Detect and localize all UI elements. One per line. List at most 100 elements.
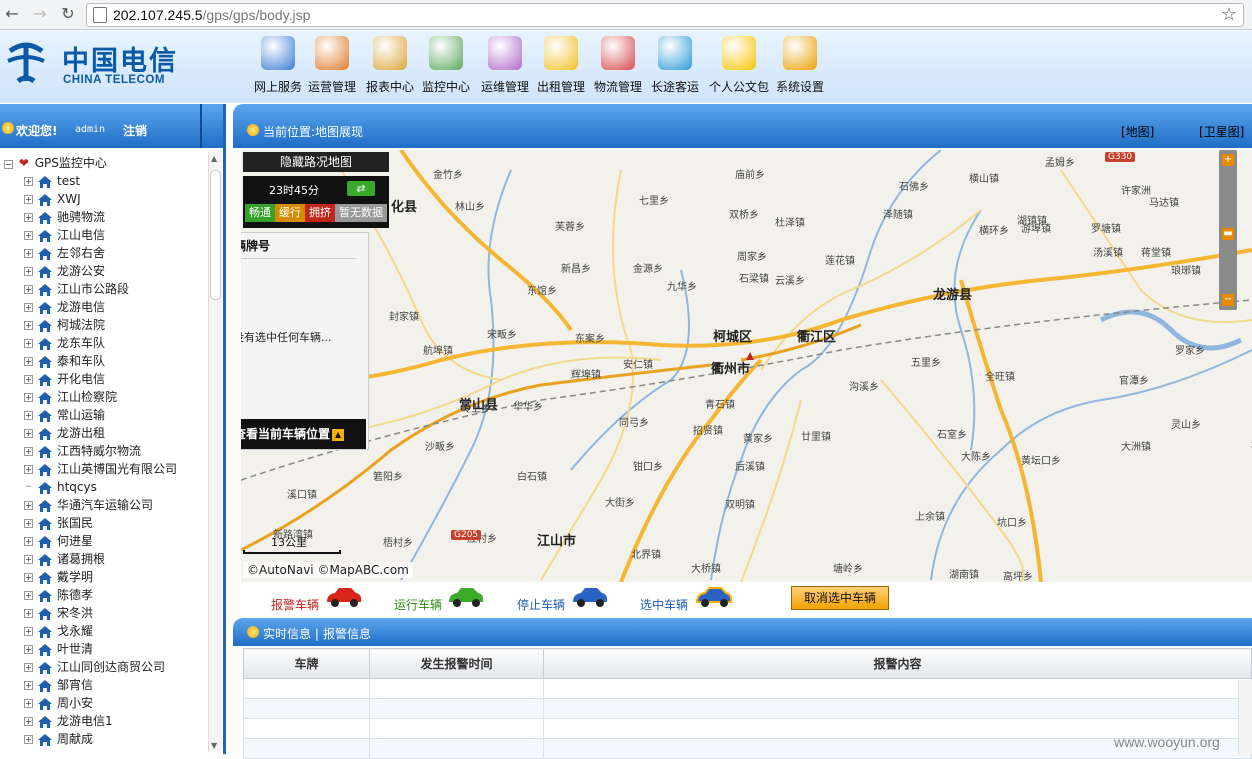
tree-item[interactable]: + 龙东车队 xyxy=(24,334,208,352)
expand-icon[interactable]: + xyxy=(24,555,33,564)
cancel-selection-button[interactable]: 取消选中车辆 xyxy=(791,586,889,610)
expand-icon[interactable]: + xyxy=(24,645,33,654)
tree-item[interactable]: + 开化电信 xyxy=(24,370,208,388)
expand-icon[interactable]: + xyxy=(24,177,33,186)
tree-item[interactable]: + 诸葛拥根 xyxy=(24,550,208,568)
zoom-slider-icon[interactable]: ▬ xyxy=(1222,228,1234,240)
tree-item[interactable]: + 龙游出租 xyxy=(24,424,208,442)
zoom-out-icon[interactable]: − xyxy=(1222,294,1234,306)
menu-item-3[interactable]: 监控中心 xyxy=(422,36,470,98)
view-vehicle-position-button[interactable]: 查看当前车辆位置 ▲ xyxy=(241,419,366,449)
menu-item-9[interactable]: 系统设置 xyxy=(776,36,824,98)
tab-realtime-info[interactable]: 实时信息 | xyxy=(263,625,319,642)
expand-icon[interactable]: + xyxy=(24,249,33,258)
tree-item[interactable]: + 戈永耀 xyxy=(24,622,208,640)
tree-item[interactable]: + 何进星 xyxy=(24,532,208,550)
menu-item-2[interactable]: 报表中心 xyxy=(366,36,414,98)
hide-traffic-button[interactable]: 隐藏路况地图 xyxy=(243,152,389,172)
expand-icon[interactable]: + xyxy=(24,735,33,744)
tree-item[interactable]: + 驰骋物流 xyxy=(24,208,208,226)
tree-item[interactable]: + 张国民 xyxy=(24,514,208,532)
logout-link[interactable]: 注销 xyxy=(123,122,147,139)
tree-item[interactable]: + 泰和车队 xyxy=(24,352,208,370)
satellite-view-link[interactable]: [卫星图] xyxy=(1199,123,1244,140)
col-alarm-time[interactable]: 发生报警时间 xyxy=(369,648,544,679)
tab-alarm-info[interactable]: 报警信息 xyxy=(323,625,371,642)
forward-icon[interactable]: → xyxy=(30,4,50,24)
back-icon[interactable]: ← xyxy=(2,4,22,24)
expand-icon[interactable]: + xyxy=(24,429,33,438)
tree-item[interactable]: + 江山英博国光有限公司 xyxy=(24,460,208,478)
expand-icon[interactable]: + xyxy=(24,375,33,384)
expand-icon[interactable]: + xyxy=(24,231,33,240)
expand-icon[interactable]: + xyxy=(24,609,33,618)
address-bar[interactable]: 202.107.245.5/gps/gps/body.jsp ☆ xyxy=(86,3,1244,27)
expand-icon[interactable]: + xyxy=(24,699,33,708)
tree-item[interactable]: + 常山运输 xyxy=(24,406,208,424)
expand-icon[interactable]: + xyxy=(24,537,33,546)
menu-item-6[interactable]: 物流管理 xyxy=(594,36,642,98)
expand-icon[interactable]: + xyxy=(24,411,33,420)
expand-icon[interactable]: + xyxy=(24,591,33,600)
tree-item[interactable]: + 龙游公安 xyxy=(24,262,208,280)
tree-item[interactable]: ┈ htqcys xyxy=(24,478,208,496)
tree-item[interactable]: + 华通汽车运输公司 xyxy=(24,496,208,514)
expand-icon[interactable]: + xyxy=(24,195,33,204)
tree-item[interactable]: + 左邻右舍 xyxy=(24,244,208,262)
expand-icon[interactable]: + xyxy=(24,393,33,402)
expand-icon[interactable]: + xyxy=(24,447,33,456)
col-plate[interactable]: 车牌 xyxy=(243,648,370,679)
table-row[interactable] xyxy=(243,738,1252,759)
expand-icon[interactable]: + xyxy=(24,717,33,726)
tree-item[interactable]: + 江山电信 xyxy=(24,226,208,244)
expand-icon[interactable]: + xyxy=(24,357,33,366)
tree-scrollbar[interactable]: ▲ ▼ xyxy=(208,152,222,752)
col-alarm-content[interactable]: 报警内容 xyxy=(543,648,1252,679)
scroll-down-icon[interactable]: ▼ xyxy=(211,741,217,750)
menu-item-8[interactable]: 个人公文包 xyxy=(709,36,769,98)
expand-icon[interactable]: + xyxy=(24,285,33,294)
expand-icon[interactable]: + xyxy=(24,573,33,582)
tree-item[interactable]: + 江西特威尔物流 xyxy=(24,442,208,460)
table-scrollbar[interactable] xyxy=(1238,680,1252,754)
menu-item-4[interactable]: 运维管理 xyxy=(481,36,529,98)
tree-item[interactable]: + XWJ xyxy=(24,190,208,208)
tree-item[interactable]: + test xyxy=(24,172,208,190)
menu-item-7[interactable]: 长途客运 xyxy=(651,36,699,98)
tree-item[interactable]: + 叶世清 xyxy=(24,640,208,658)
tree-item[interactable]: + 江山检察院 xyxy=(24,388,208,406)
menu-item-1[interactable]: 运营管理 xyxy=(308,36,356,98)
refresh-icon[interactable]: ⇄ xyxy=(347,181,375,196)
scroll-thumb[interactable] xyxy=(210,170,221,300)
expand-icon[interactable]: + xyxy=(24,627,33,636)
expand-icon[interactable]: + xyxy=(24,501,33,510)
scroll-up-icon[interactable]: ▲ xyxy=(211,154,217,163)
menu-item-0[interactable]: 网上服务 xyxy=(254,36,302,98)
reload-icon[interactable]: ↻ xyxy=(58,4,78,24)
map-view-link[interactable]: [地图] xyxy=(1121,123,1154,140)
expand-icon[interactable]: + xyxy=(24,663,33,672)
tree-item[interactable]: + 周小安 xyxy=(24,694,208,712)
tree-item[interactable]: + 宋冬洪 xyxy=(24,604,208,622)
expand-icon[interactable]: + xyxy=(24,465,33,474)
expand-icon[interactable]: + xyxy=(24,213,33,222)
tree-item[interactable]: + 邹宵信 xyxy=(24,676,208,694)
bookmark-star-icon[interactable]: ☆ xyxy=(1221,4,1237,25)
expand-icon[interactable]: + xyxy=(24,681,33,690)
expand-icon[interactable]: + xyxy=(24,339,33,348)
tree-root[interactable]: − ❤ GPS监控中心 xyxy=(4,154,107,172)
tree-item[interactable]: + 柯城法院 xyxy=(24,316,208,334)
tree-item[interactable]: + 陈德孝 xyxy=(24,586,208,604)
table-row[interactable] xyxy=(243,698,1252,719)
tree-item[interactable]: + 周献成 xyxy=(24,730,208,748)
tree-item[interactable]: + 江山同创达商贸公司 xyxy=(24,658,208,676)
menu-item-5[interactable]: 出租管理 xyxy=(537,36,585,98)
tree-item[interactable]: + 江山市公路段 xyxy=(24,280,208,298)
expand-icon[interactable]: + xyxy=(24,267,33,276)
tree-item[interactable]: + 龙游电信 xyxy=(24,298,208,316)
zoom-control[interactable]: + ▬ − xyxy=(1219,150,1237,310)
table-row[interactable] xyxy=(243,678,1252,699)
zoom-in-icon[interactable]: + xyxy=(1222,154,1234,166)
expand-icon[interactable]: ┈ xyxy=(24,483,33,492)
tree-item[interactable]: + 戴学明 xyxy=(24,568,208,586)
